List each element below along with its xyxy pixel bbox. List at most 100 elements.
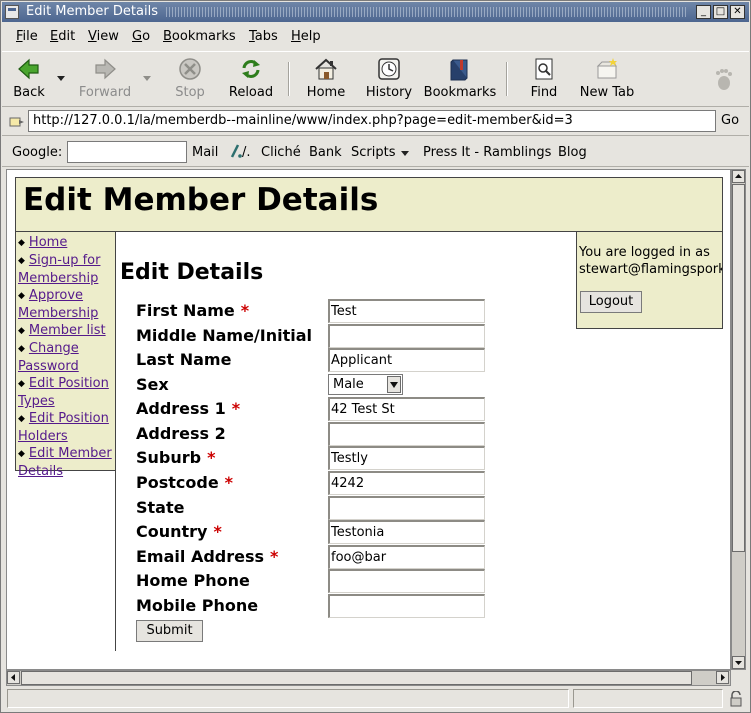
- nav-link-change-password[interactable]: Change Password: [18, 341, 79, 374]
- form-row-state: State: [136, 496, 566, 520]
- title-bar-grip: [166, 7, 687, 17]
- scripts-dropdown-icon[interactable]: [401, 151, 409, 156]
- maximize-button[interactable]: □: [713, 5, 728, 19]
- back-history-dropdown-icon[interactable]: [57, 76, 65, 81]
- menu-go[interactable]: Go: [132, 29, 150, 44]
- bookmark-slashdot[interactable]: /.: [242, 145, 251, 160]
- nav-link-home[interactable]: Home: [29, 235, 67, 250]
- login-status-text: You are logged in as: [579, 245, 710, 260]
- page-proxy-icon[interactable]: [9, 115, 25, 129]
- section-title: Edit Details: [120, 260, 264, 285]
- forward-arrow-icon: [92, 56, 118, 82]
- nav-bullet-icon: ◆: [18, 256, 25, 266]
- nav-link-position-holders[interactable]: Edit Position Holders: [18, 411, 109, 444]
- scroll-right-icon[interactable]: [716, 671, 729, 684]
- page-header: Edit Member Details: [15, 177, 723, 232]
- history-clock-icon: [376, 56, 402, 82]
- status-progress-field: [573, 689, 723, 708]
- scroll-down-icon[interactable]: [732, 656, 745, 669]
- sex-select[interactable]: Male: [328, 374, 403, 395]
- address-1-input[interactable]: 42 Test St: [328, 397, 485, 421]
- title-bar[interactable]: Edit Member Details _ □ ✕: [2, 2, 749, 22]
- close-button[interactable]: ✕: [730, 5, 745, 19]
- field-label-text: First Name: [136, 301, 235, 320]
- nav-link-approve[interactable]: Approve Membership: [18, 288, 98, 321]
- nav-link-edit-member[interactable]: Edit Member Details: [18, 446, 112, 479]
- form-row-suburb: Suburb * Testly: [136, 446, 566, 470]
- field-label: Country *: [136, 522, 222, 541]
- home-button[interactable]: Home: [304, 56, 348, 100]
- postcode-input[interactable]: 4242: [328, 471, 485, 495]
- menu-tabs[interactable]: Tabs: [249, 29, 278, 44]
- menu-edit[interactable]: Edit: [50, 29, 75, 44]
- new-tab-button[interactable]: New Tab: [577, 56, 637, 100]
- menu-file[interactable]: File: [16, 29, 38, 44]
- login-status-panel: You are logged in as stewart@flamingspor…: [576, 231, 723, 329]
- field-label: Address 2: [136, 424, 226, 443]
- bookmark-bank[interactable]: Bank: [309, 145, 342, 160]
- state-input[interactable]: [328, 496, 485, 520]
- nav-link-member-list[interactable]: Member list: [29, 323, 106, 338]
- field-label-text: Sex: [136, 375, 169, 394]
- horizontal-scrollbar[interactable]: [6, 670, 731, 686]
- forward-history-dropdown-icon[interactable]: [143, 76, 151, 81]
- menu-view[interactable]: View: [88, 29, 119, 44]
- bookmark-blog[interactable]: Blog: [558, 145, 587, 160]
- minimize-button[interactable]: _: [696, 5, 711, 19]
- back-button[interactable]: Back: [12, 56, 46, 100]
- field-label: Address 1 *: [136, 399, 240, 418]
- scroll-left-icon[interactable]: [7, 671, 20, 684]
- gnome-foot-icon: [710, 66, 736, 92]
- slashdot-icon: [229, 143, 243, 163]
- email-input[interactable]: foo@bar: [328, 545, 485, 569]
- status-text-field: [7, 689, 569, 708]
- nav-item-position-types: ◆ Edit Position Types: [18, 375, 113, 410]
- field-label-text: State: [136, 498, 185, 517]
- window-menu-icon[interactable]: [5, 5, 19, 19]
- submit-button[interactable]: Submit: [136, 620, 203, 642]
- vertical-scrollbar[interactable]: [731, 169, 746, 670]
- horizontal-scroll-thumb[interactable]: [21, 671, 692, 685]
- reload-button[interactable]: Reload: [228, 56, 274, 100]
- logout-button[interactable]: Logout: [580, 291, 642, 313]
- last-name-input[interactable]: Applicant: [328, 348, 485, 372]
- nav-bullet-icon: ◆: [18, 238, 25, 248]
- country-input[interactable]: Testonia: [328, 520, 485, 544]
- middle-name-input[interactable]: [328, 324, 485, 348]
- form-row-last-name: Last Name Applicant: [136, 348, 566, 372]
- field-label-text: Middle Name/Initial: [136, 326, 313, 345]
- field-label-text: Mobile Phone: [136, 596, 259, 615]
- required-marker: *: [240, 301, 250, 320]
- menu-help[interactable]: Help: [291, 29, 321, 44]
- go-button[interactable]: Go: [721, 113, 739, 128]
- bookmark-mail[interactable]: Mail: [192, 145, 218, 160]
- stop-button[interactable]: Stop: [172, 56, 208, 100]
- google-search-input[interactable]: [67, 141, 187, 163]
- bookmarks-button[interactable]: Bookmarks: [422, 56, 498, 100]
- history-button[interactable]: History: [364, 56, 414, 100]
- find-button[interactable]: Find: [529, 56, 559, 100]
- mobile-phone-input[interactable]: [328, 594, 485, 618]
- bookmark-cliche[interactable]: Cliché: [261, 145, 301, 160]
- form-row-middle-name: Middle Name/Initial: [136, 324, 566, 348]
- bookmark-press-it[interactable]: Press It - Ramblings: [423, 145, 551, 160]
- nav-link-signup[interactable]: Sign-up for Membership: [18, 253, 100, 286]
- nav-link-position-types[interactable]: Edit Position Types: [18, 376, 109, 409]
- home-phone-input[interactable]: [328, 569, 485, 593]
- chevron-down-icon[interactable]: [387, 376, 401, 393]
- menu-bookmarks[interactable]: Bookmarks: [163, 29, 236, 44]
- first-name-input[interactable]: Test: [328, 299, 485, 323]
- scroll-up-icon[interactable]: [732, 170, 745, 183]
- field-label: Email Address *: [136, 547, 278, 566]
- field-label: Mobile Phone: [136, 596, 258, 615]
- forward-button[interactable]: Forward: [78, 56, 132, 100]
- field-label-text: Country: [136, 522, 208, 541]
- address-2-input[interactable]: [328, 422, 485, 446]
- security-lock-icon[interactable]: [729, 690, 743, 707]
- bookmark-folder-scripts[interactable]: Scripts: [351, 145, 395, 160]
- vertical-scroll-thumb[interactable]: [732, 184, 745, 552]
- browser-window: Edit Member Details _ □ ✕ File Edit View…: [0, 0, 751, 713]
- suburb-input[interactable]: Testly: [328, 446, 485, 470]
- form-row-home-phone: Home Phone: [136, 569, 566, 593]
- url-input[interactable]: http://127.0.0.1/la/memberdb--mainline/w…: [28, 110, 716, 132]
